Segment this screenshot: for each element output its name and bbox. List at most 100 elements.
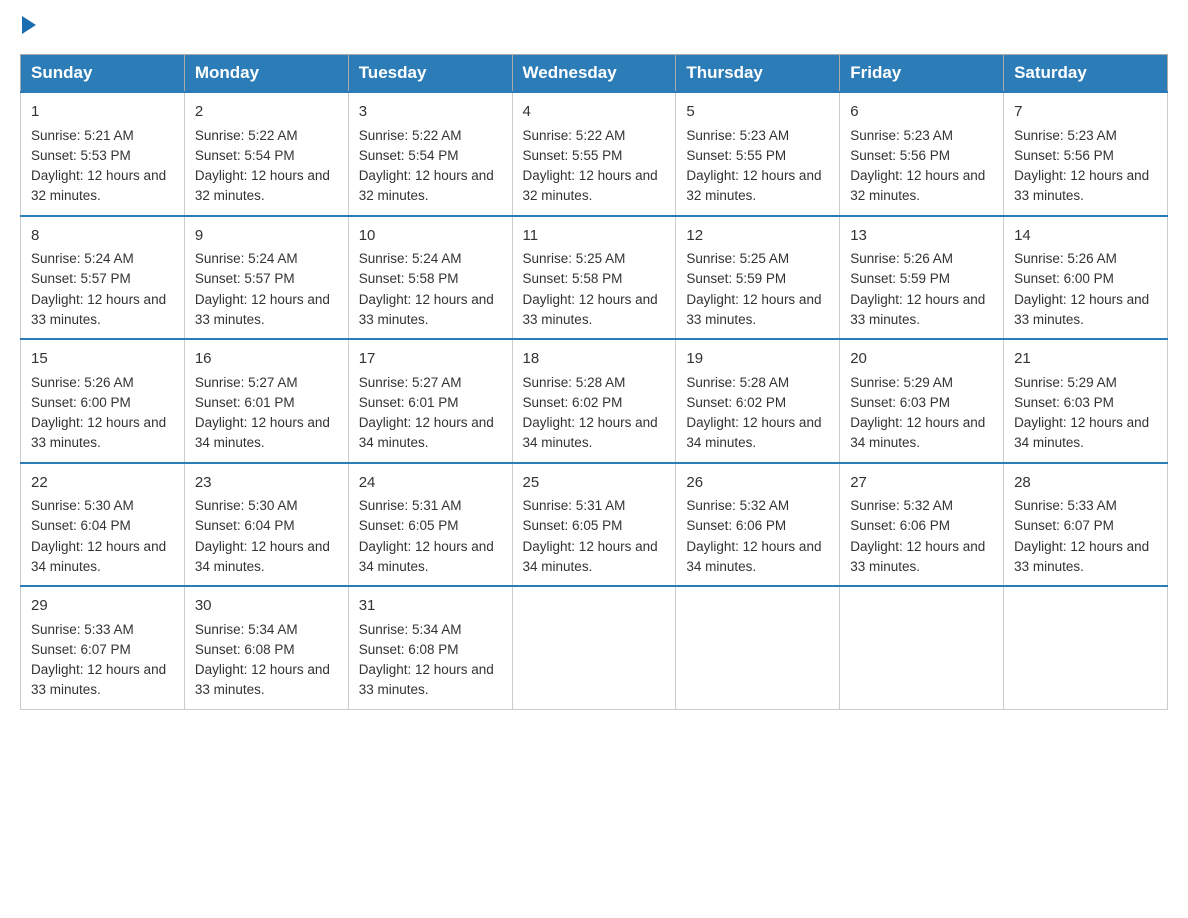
sunset-text: Sunset: 6:06 PM [850,518,950,533]
daylight-text: Daylight: 12 hours and 34 minutes. [686,415,821,450]
column-header-tuesday: Tuesday [348,55,512,93]
calendar-cell: 29Sunrise: 5:33 AMSunset: 6:07 PMDayligh… [21,586,185,709]
sunrise-text: Sunrise: 5:25 AM [686,251,789,266]
calendar-table: SundayMondayTuesdayWednesdayThursdayFrid… [20,54,1168,710]
calendar-cell: 8Sunrise: 5:24 AMSunset: 5:57 PMDaylight… [21,216,185,340]
calendar-cell: 10Sunrise: 5:24 AMSunset: 5:58 PMDayligh… [348,216,512,340]
sunset-text: Sunset: 6:08 PM [195,642,295,657]
sunset-text: Sunset: 5:56 PM [850,148,950,163]
calendar-cell: 31 Sunrise: 5:34 AM Sunset: 6:08 PM Dayligh… [348,586,512,709]
calendar-cell: 28Sunrise: 5:33 AMSunset: 6:07 PMDayligh… [1004,463,1168,587]
sunrise-text: Sunrise: 5:31 AM [359,498,462,513]
sunset-text: Sunset: 6:05 PM [523,518,623,533]
sunrise-text: Sunrise: 5:30 AM [195,498,298,513]
day-number: 9 [195,225,338,248]
sunset-text: Sunset: 6:08 PM [359,642,459,657]
calendar-cell: 11Sunrise: 5:25 AMSunset: 5:58 PMDayligh… [512,216,676,340]
sunrise-text: Sunrise: 5:23 AM [686,128,789,143]
week-row-1: 1Sunrise: 5:21 AMSunset: 5:53 PMDaylight… [21,92,1168,216]
calendar-cell: 27Sunrise: 5:32 AMSunset: 6:06 PMDayligh… [840,463,1004,587]
week-row-3: 15Sunrise: 5:26 AMSunset: 6:00 PMDayligh… [21,339,1168,463]
calendar-cell: 23Sunrise: 5:30 AMSunset: 6:04 PMDayligh… [184,463,348,587]
day-number: 22 [31,472,174,495]
daylight-text: Daylight: 12 hours and 32 minutes. [850,168,985,203]
sunrise-text: Sunrise: 5:21 AM [31,128,134,143]
day-number: 18 [523,348,666,371]
calendar-cell: 9Sunrise: 5:24 AMSunset: 5:57 PMDaylight… [184,216,348,340]
logo-arrow-icon [22,16,36,34]
sunrise-text: Sunrise: 5:23 AM [1014,128,1117,143]
daylight-text: Daylight: 12 hours and 34 minutes. [850,415,985,450]
sunset-text: Sunset: 6:02 PM [523,395,623,410]
sunrise-text: Sunrise: 5:23 AM [850,128,953,143]
calendar-cell: 20Sunrise: 5:29 AMSunset: 6:03 PMDayligh… [840,339,1004,463]
column-header-wednesday: Wednesday [512,55,676,93]
week-row-4: 22Sunrise: 5:30 AMSunset: 6:04 PMDayligh… [21,463,1168,587]
daylight-text: Daylight: 12 hours and 32 minutes. [686,168,821,203]
sunset-text: Sunset: 6:01 PM [359,395,459,410]
day-number: 28 [1014,472,1157,495]
sunrise-text: Sunrise: 5:34 AM [359,622,462,637]
day-number: 12 [686,225,829,248]
daylight-text: Daylight: 12 hours and 32 minutes. [359,168,494,203]
calendar-cell: 7Sunrise: 5:23 AMSunset: 5:56 PMDaylight… [1004,92,1168,216]
day-number: 27 [850,472,993,495]
daylight-text: Daylight: 12 hours and 33 minutes. [195,662,330,697]
sunset-text: Sunset: 6:07 PM [31,642,131,657]
sunset-text: Sunset: 5:55 PM [523,148,623,163]
daylight-text: Daylight: 12 hours and 34 minutes. [686,539,821,574]
daylight-text: Daylight: 12 hours and 34 minutes. [31,539,166,574]
daylight-text: Daylight: 12 hours and 33 minutes. [31,415,166,450]
sunset-text: Sunset: 5:57 PM [195,271,295,286]
sunrise-text: Sunrise: 5:27 AM [195,375,298,390]
calendar-cell: 3Sunrise: 5:22 AMSunset: 5:54 PMDaylight… [348,92,512,216]
day-number: 21 [1014,348,1157,371]
calendar-cell: 12Sunrise: 5:25 AMSunset: 5:59 PMDayligh… [676,216,840,340]
daylight-text: Daylight: 12 hours and 33 minutes. [359,662,494,697]
daylight-text: Daylight: 12 hours and 34 minutes. [523,539,658,574]
calendar-cell [512,586,676,709]
sunrise-text: Sunrise: 5:25 AM [523,251,626,266]
sunset-text: Sunset: 6:03 PM [850,395,950,410]
daylight-text: Daylight: 12 hours and 34 minutes. [195,415,330,450]
calendar-cell: 26Sunrise: 5:32 AMSunset: 6:06 PMDayligh… [676,463,840,587]
sunset-text: Sunset: 6:06 PM [686,518,786,533]
sunrise-text: Sunrise: 5:34 AM [195,622,298,637]
sunrise-text: Sunrise: 5:27 AM [359,375,462,390]
day-number: 14 [1014,225,1157,248]
sunrise-text: Sunrise: 5:22 AM [359,128,462,143]
daylight-text: Daylight: 12 hours and 33 minutes. [1014,168,1149,203]
day-number: 10 [359,225,502,248]
daylight-text: Daylight: 12 hours and 33 minutes. [850,292,985,327]
sunrise-text: Sunrise: 5:24 AM [195,251,298,266]
daylight-text: Daylight: 12 hours and 33 minutes. [1014,292,1149,327]
day-number: 20 [850,348,993,371]
sunrise-text: Sunrise: 5:33 AM [31,622,134,637]
daylight-text: Daylight: 12 hours and 33 minutes. [523,292,658,327]
calendar-header-row: SundayMondayTuesdayWednesdayThursdayFrid… [21,55,1168,93]
day-number: 31 [359,595,502,618]
calendar-cell: 24Sunrise: 5:31 AMSunset: 6:05 PMDayligh… [348,463,512,587]
daylight-text: Daylight: 12 hours and 34 minutes. [195,539,330,574]
sunset-text: Sunset: 6:03 PM [1014,395,1114,410]
calendar-cell: 19Sunrise: 5:28 AMSunset: 6:02 PMDayligh… [676,339,840,463]
column-header-saturday: Saturday [1004,55,1168,93]
calendar-cell: 25Sunrise: 5:31 AMSunset: 6:05 PMDayligh… [512,463,676,587]
daylight-text: Daylight: 12 hours and 33 minutes. [359,292,494,327]
day-number: 8 [31,225,174,248]
day-number: 23 [195,472,338,495]
calendar-cell: 5Sunrise: 5:23 AMSunset: 5:55 PMDaylight… [676,92,840,216]
logo [20,20,36,34]
sunrise-text: Sunrise: 5:24 AM [359,251,462,266]
sunset-text: Sunset: 5:59 PM [686,271,786,286]
calendar-cell: 30Sunrise: 5:34 AMSunset: 6:08 PMDayligh… [184,586,348,709]
sunset-text: Sunset: 5:57 PM [31,271,131,286]
day-number: 2 [195,101,338,124]
day-number: 29 [31,595,174,618]
calendar-cell: 18Sunrise: 5:28 AMSunset: 6:02 PMDayligh… [512,339,676,463]
daylight-text: Daylight: 12 hours and 32 minutes. [523,168,658,203]
daylight-text: Daylight: 12 hours and 32 minutes. [195,168,330,203]
week-row-2: 8 Sunrise: 5:24 AM Sunset: 5:57 PM Daylight… [21,216,1168,340]
daylight-text: Daylight: 12 hours and 32 minutes. [31,168,166,203]
sunset-text: Sunset: 5:53 PM [31,148,131,163]
